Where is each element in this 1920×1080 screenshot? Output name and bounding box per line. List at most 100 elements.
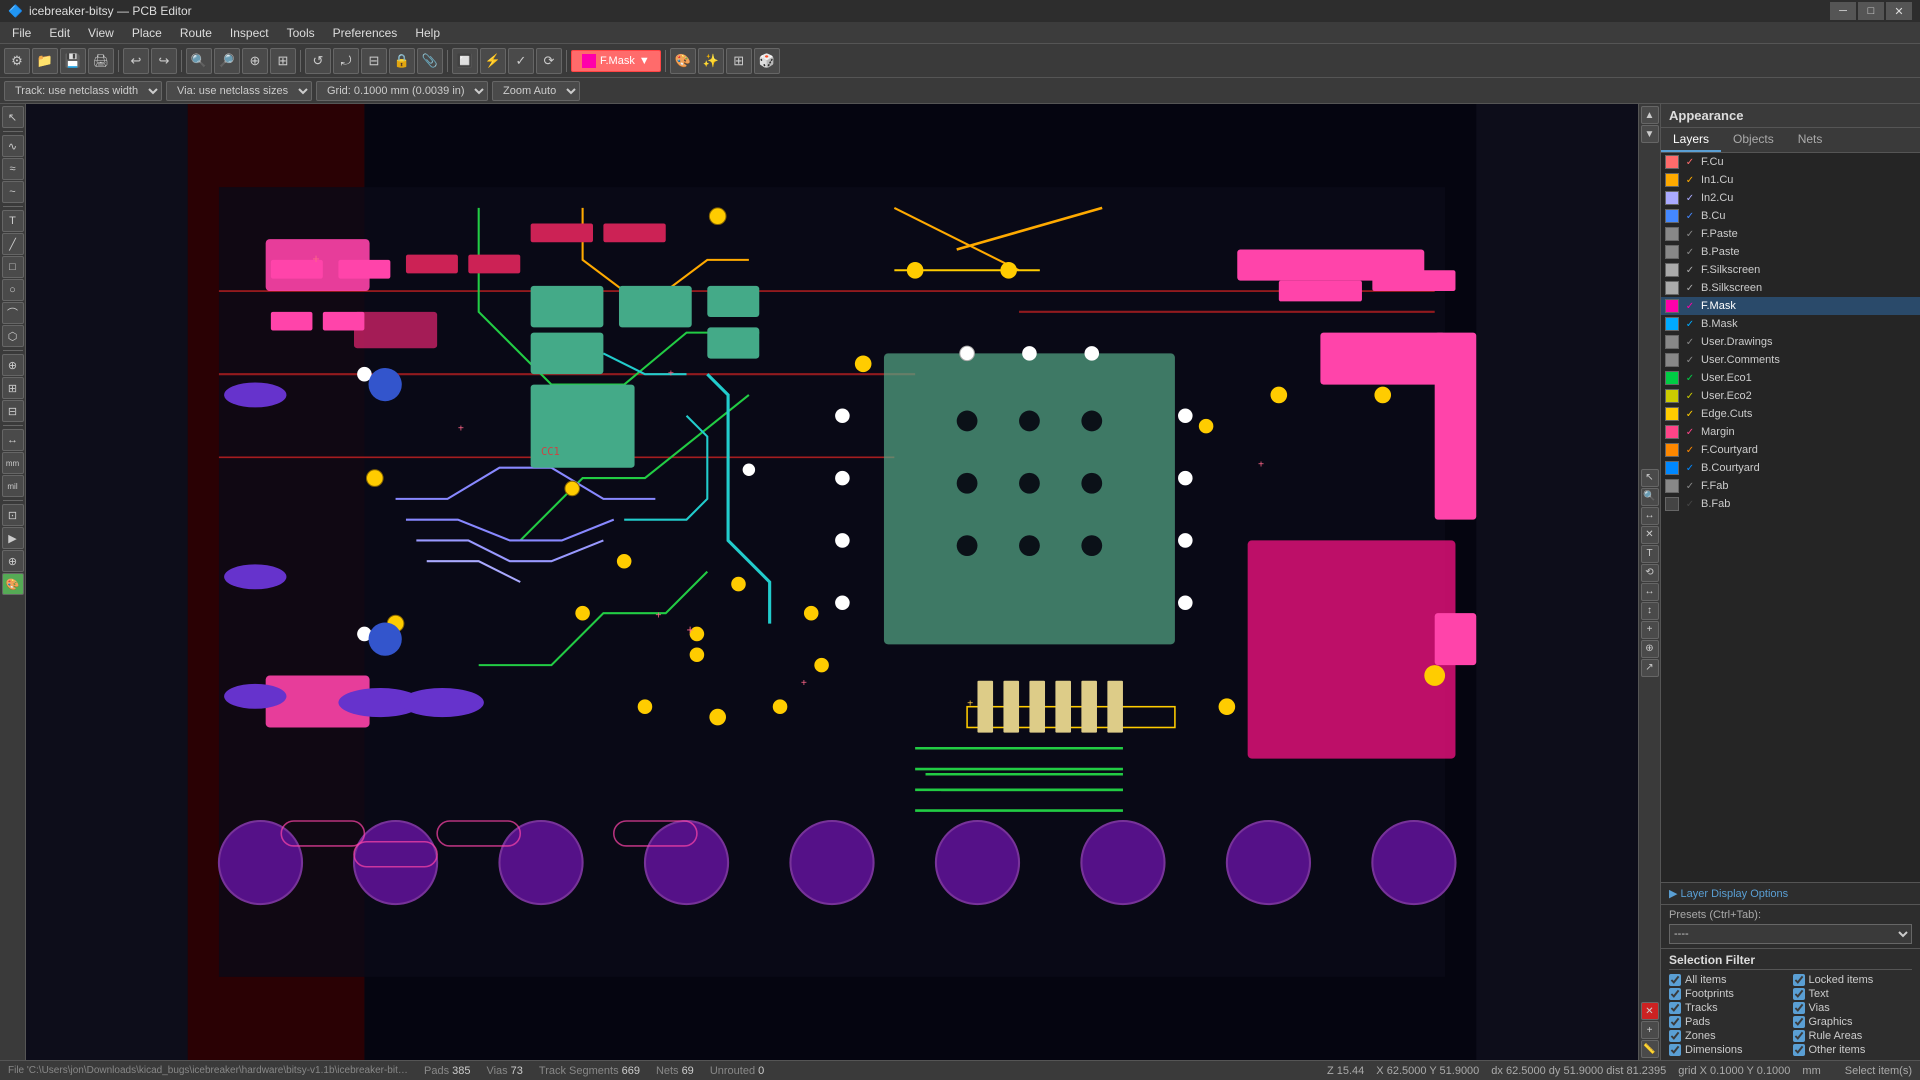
redo-button[interactable]: ↪ [151, 48, 177, 74]
highlight-button[interactable]: ✨ [698, 48, 724, 74]
plus-rt-button[interactable]: + [1641, 621, 1659, 639]
add-text[interactable]: T [2, 210, 24, 232]
update-pcb[interactable]: ⟳ [536, 48, 562, 74]
layer-item-f-silkscreen[interactable]: ✓F.Silkscreen [1661, 261, 1920, 279]
flipv-rt-button[interactable]: ↕ [1641, 602, 1659, 620]
save-button[interactable]: 💾 [60, 48, 86, 74]
layer-item-in1-cu[interactable]: ✓In1.Cu [1661, 171, 1920, 189]
pcb-canvas[interactable]: CC1 + + + + + + + + [26, 104, 1638, 1060]
rotate-button[interactable]: ↺ [305, 48, 331, 74]
pads-tool[interactable]: ⊕ [2, 550, 24, 572]
track-width-select[interactable]: Track: use netclass width [4, 81, 162, 101]
layer-item-f-mask[interactable]: ✓F.Mask [1661, 297, 1920, 315]
via-size-select[interactable]: Via: use netclass sizes [166, 81, 312, 101]
layer-item-edge-cuts[interactable]: ✓Edge.Cuts [1661, 405, 1920, 423]
presets-select[interactable]: ---- [1669, 924, 1912, 944]
mil-unit[interactable]: mil [2, 475, 24, 497]
menu-file[interactable]: File [4, 24, 39, 42]
sf-pads-check[interactable] [1669, 1016, 1681, 1028]
zoom-fit-button[interactable]: ⊕ [242, 48, 268, 74]
scroll-down-button[interactable]: ▼ [1641, 125, 1659, 143]
menu-preferences[interactable]: Preferences [325, 24, 406, 42]
group-button[interactable]: ⊟ [361, 48, 387, 74]
layer-item-f-fab[interactable]: ✓F.Fab [1661, 477, 1920, 495]
sf-vias-check[interactable] [1793, 1002, 1805, 1014]
ruler-rt-button[interactable]: 📏 [1641, 1040, 1659, 1058]
layer-item-b-silkscreen[interactable]: ✓B.Silkscreen [1661, 279, 1920, 297]
layer-item-b-fab[interactable]: ✓B.Fab [1661, 495, 1920, 513]
draw-rect[interactable]: □ [2, 256, 24, 278]
layer-display-options[interactable]: ▶ Layer Display Options [1661, 882, 1920, 905]
layer-list[interactable]: ✓F.Cu✓In1.Cu✓In2.Cu✓B.Cu✓F.Paste✓B.Paste… [1661, 153, 1920, 882]
zoom-select[interactable]: Zoom Auto [492, 81, 580, 101]
draw-poly[interactable]: ⬡ [2, 325, 24, 347]
net-inspector[interactable]: 🔲 [452, 48, 478, 74]
menu-route[interactable]: Route [172, 24, 220, 42]
menu-tools[interactable]: Tools [279, 24, 323, 42]
fliph-rt-button[interactable]: ↔ [1641, 583, 1659, 601]
pcb-view[interactable]: CC1 + + + + + + + + [26, 104, 1638, 1060]
grid-select[interactable]: Grid: 0.1000 mm (0.0039 in) [316, 81, 488, 101]
mm-unit[interactable]: mm [2, 452, 24, 474]
sf-footprints-check[interactable] [1669, 988, 1681, 1000]
close-button[interactable]: ✕ [1886, 2, 1912, 20]
tab-layers[interactable]: Layers [1661, 128, 1721, 152]
draw-circle[interactable]: ○ [2, 279, 24, 301]
sf-dimensions-check[interactable] [1669, 1044, 1681, 1056]
flip-button[interactable]: ⤾ [333, 48, 359, 74]
tab-nets[interactable]: Nets [1786, 128, 1835, 152]
layer-item-b-courtyard[interactable]: ✓B.Courtyard [1661, 459, 1920, 477]
layer-item-b-cu[interactable]: ✓B.Cu [1661, 207, 1920, 225]
zoom-rt-button[interactable]: 🔍 [1641, 488, 1659, 506]
menu-view[interactable]: View [80, 24, 122, 42]
rot-rt-button[interactable]: ⟲ [1641, 564, 1659, 582]
tune-length[interactable]: ~ [2, 181, 24, 203]
pads-button[interactable]: ⊞ [726, 48, 752, 74]
zoom-out-button[interactable]: 🔎 [214, 48, 240, 74]
zoom-in-button[interactable]: 🔍 [186, 48, 212, 74]
layer-item-f-cu[interactable]: ✓F.Cu [1661, 153, 1920, 171]
netlist-button[interactable]: ⚡ [480, 48, 506, 74]
sf-other-items-check[interactable] [1793, 1044, 1805, 1056]
close-rt-button[interactable]: ✕ [1641, 526, 1659, 544]
text-rt-button[interactable]: T [1641, 545, 1659, 563]
menu-edit[interactable]: Edit [41, 24, 78, 42]
select-tool[interactable]: ↖ [2, 106, 24, 128]
route-single[interactable]: ∿ [2, 135, 24, 157]
layer-item-user-eco2[interactable]: ✓User.Eco2 [1661, 387, 1920, 405]
zoom-sel-button[interactable]: ⊞ [270, 48, 296, 74]
scripting-console[interactable]: ▶ [2, 527, 24, 549]
sf-zones-check[interactable] [1669, 1030, 1681, 1042]
sf-rule-areas-check[interactable] [1793, 1030, 1805, 1042]
copper-pour[interactable]: 🎨 [2, 573, 24, 595]
menu-place[interactable]: Place [124, 24, 170, 42]
pin-button[interactable]: 📎 [417, 48, 443, 74]
drc-error-button[interactable]: ✕ [1641, 1002, 1659, 1020]
layer-item-f-paste[interactable]: ✓F.Paste [1661, 225, 1920, 243]
layer-item-user-comments[interactable]: ✓User.Comments [1661, 351, 1920, 369]
add-keepout[interactable]: ⊟ [2, 400, 24, 422]
sf-graphics-check[interactable] [1793, 1016, 1805, 1028]
print-button[interactable]: 🖨 [88, 48, 114, 74]
scroll-up-button[interactable]: ▲ [1641, 106, 1659, 124]
sf-text-check[interactable] [1793, 988, 1805, 1000]
theme-button[interactable]: 🎨 [670, 48, 696, 74]
3d-button[interactable]: 🎲 [754, 48, 780, 74]
sf-tracks-check[interactable] [1669, 1002, 1681, 1014]
undo-button[interactable]: ↩ [123, 48, 149, 74]
maximize-button[interactable]: □ [1858, 2, 1884, 20]
draw-arc[interactable]: ⌒ [2, 302, 24, 324]
minimize-button[interactable]: ─ [1830, 2, 1856, 20]
footprint-tool[interactable]: ⊡ [2, 504, 24, 526]
layer-item-user-eco1[interactable]: ✓User.Eco1 [1661, 369, 1920, 387]
layer-item-margin[interactable]: ✓Margin [1661, 423, 1920, 441]
titlebar-controls[interactable]: ─ □ ✕ [1830, 2, 1912, 20]
layer-item-user-drawings[interactable]: ✓User.Drawings [1661, 333, 1920, 351]
open-button[interactable]: 📁 [32, 48, 58, 74]
layer-item-b-mask[interactable]: ✓B.Mask [1661, 315, 1920, 333]
layer-item-in2-cu[interactable]: ✓In2.Cu [1661, 189, 1920, 207]
layer-item-f-courtyard[interactable]: ✓F.Courtyard [1661, 441, 1920, 459]
draw-line[interactable]: ╱ [2, 233, 24, 255]
measure-rt-button[interactable]: ↔ [1641, 507, 1659, 525]
add-zone[interactable]: ⊞ [2, 377, 24, 399]
